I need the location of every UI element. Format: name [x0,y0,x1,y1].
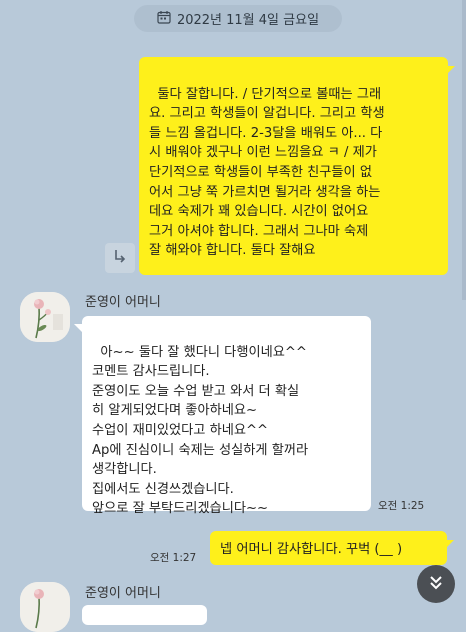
other-message-bubble[interactable]: 아~~ 둘다 잘 했다니 다행이네요^^ 코멘트 감사드립니다. 준영이도 오늘… [82,316,371,516]
avatar[interactable] [20,292,70,342]
message-time: 오전 1:25 [378,500,425,512]
my-message-text: 넵 어머니 감사합니다. 꾸벅 (__ ) [220,542,403,557]
scrollbar[interactable] [462,0,466,300]
sender-name: 준영이 어머니 [85,586,161,601]
other-message-bubble[interactable] [82,605,207,625]
chevron-double-down-icon [427,573,445,595]
calendar-icon [157,10,171,28]
bubble-tail [447,66,455,74]
sender-name: 준영이 어머니 [85,295,161,310]
my-message-bubble[interactable]: 둘다 잘합니다. / 단기적으로 볼때는 그래 요. 그리고 학생들이 알겁니다… [139,57,448,275]
bubble-tail [446,540,454,548]
date-divider: 2022년 11월 4일 금요일 [134,5,342,32]
scroll-to-bottom-button[interactable] [417,565,455,603]
other-message-text: 아~~ 둘다 잘 했다니 다행이네요^^ 코멘트 감사드립니다. 준영이도 오늘… [92,344,309,517]
date-label: 2022년 11월 4일 금요일 [176,13,320,28]
my-message-text: 둘다 잘합니다. / 단기적으로 볼때는 그래 요. 그리고 학생들이 알겁니다… [149,86,385,259]
bubble-tail [74,324,82,332]
reply-arrow-icon [112,248,128,268]
message-time: 오전 1:27 [150,552,197,564]
my-message-bubble[interactable]: 넵 어머니 감사합니다. 꾸벅 (__ ) [210,531,447,565]
reply-button[interactable] [105,243,135,273]
avatar[interactable] [20,582,70,632]
